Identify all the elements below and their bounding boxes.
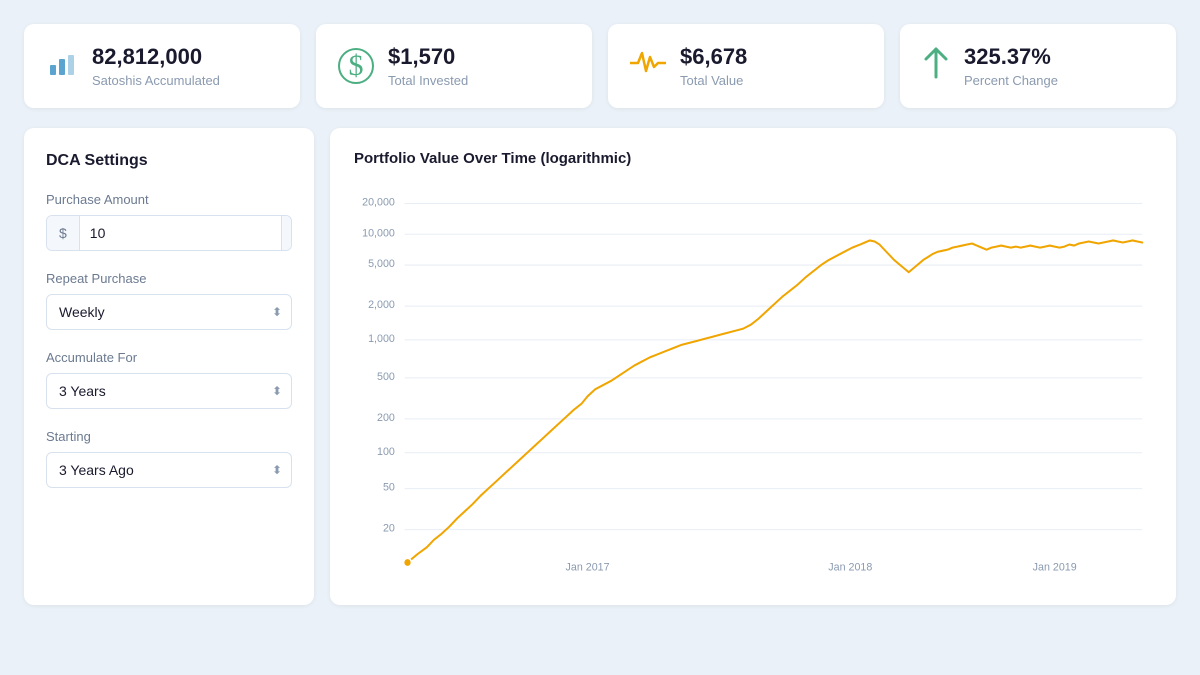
percent-value: 325.37% <box>964 44 1058 70</box>
card-satoshis: 82,812,000 Satoshis Accumulated <box>24 24 300 108</box>
dollar-prefix: $ <box>47 216 80 250</box>
purchase-amount-group: Purchase Amount $ .00 <box>46 192 292 251</box>
svg-text:Jan 2018: Jan 2018 <box>828 562 872 574</box>
total-value-label: Total Value <box>680 73 747 88</box>
accumulate-for-select[interactable]: 1 Year 2 Years 3 Years 4 Years 5 Years <box>46 373 292 409</box>
chart-panel: Portfolio Value Over Time (logarithmic) … <box>330 128 1176 605</box>
chart-start-dot <box>404 559 412 567</box>
accumulate-for-label: Accumulate For <box>46 350 292 365</box>
card-invested: $ $1,570 Total Invested <box>316 24 592 108</box>
percent-label: Percent Change <box>964 73 1058 88</box>
chart-container: 20,000 10,000 5,000 2,000 1,000 500 200 … <box>354 183 1152 583</box>
top-cards-row: 82,812,000 Satoshis Accumulated $ $1,570… <box>24 24 1176 108</box>
card-value-content: $6,678 Total Value <box>680 44 747 88</box>
card-percent-content: 325.37% Percent Change <box>964 44 1058 88</box>
svg-text:200: 200 <box>377 412 395 424</box>
repeat-purchase-group: Repeat Purchase Daily Weekly Monthly ⬍ <box>46 271 292 330</box>
svg-text:20: 20 <box>383 523 395 535</box>
svg-text:2,000: 2,000 <box>368 299 395 311</box>
arrow-up-icon <box>922 45 950 88</box>
svg-text:500: 500 <box>377 371 395 383</box>
invested-label: Total Invested <box>388 73 468 88</box>
accumulate-for-group: Accumulate For 1 Year 2 Years 3 Years 4 … <box>46 350 292 409</box>
svg-text:Jan 2017: Jan 2017 <box>566 562 610 574</box>
card-invested-content: $1,570 Total Invested <box>388 44 468 88</box>
svg-text:1,000: 1,000 <box>368 333 395 345</box>
portfolio-line <box>408 241 1143 563</box>
accumulate-select-wrapper: 1 Year 2 Years 3 Years 4 Years 5 Years ⬍ <box>46 373 292 409</box>
dollar-icon: $ <box>338 48 374 84</box>
purchase-amount-label: Purchase Amount <box>46 192 292 207</box>
svg-text:5,000: 5,000 <box>368 258 395 270</box>
satoshis-label: Satoshis Accumulated <box>92 73 220 88</box>
svg-text:Jan 2019: Jan 2019 <box>1033 562 1077 574</box>
settings-title: DCA Settings <box>46 152 292 170</box>
svg-text:20,000: 20,000 <box>362 197 395 209</box>
repeat-select-wrapper: Daily Weekly Monthly ⬍ <box>46 294 292 330</box>
card-satoshis-content: 82,812,000 Satoshis Accumulated <box>92 44 220 88</box>
repeat-purchase-label: Repeat Purchase <box>46 271 292 286</box>
card-percent: 325.37% Percent Change <box>900 24 1176 108</box>
card-total-value: $6,678 Total Value <box>608 24 884 108</box>
bars-icon <box>46 47 78 86</box>
svg-text:10,000: 10,000 <box>362 227 395 239</box>
starting-select[interactable]: 1 Year Ago 2 Years Ago 3 Years Ago 4 Yea… <box>46 452 292 488</box>
svg-text:100: 100 <box>377 446 395 458</box>
satoshis-value: 82,812,000 <box>92 44 220 70</box>
repeat-purchase-select[interactable]: Daily Weekly Monthly <box>46 294 292 330</box>
main-row: DCA Settings Purchase Amount $ .00 Repea… <box>24 128 1176 605</box>
portfolio-chart: 20,000 10,000 5,000 2,000 1,000 500 200 … <box>354 183 1152 583</box>
total-value-value: $6,678 <box>680 44 747 70</box>
starting-group: Starting 1 Year Ago 2 Years Ago 3 Years … <box>46 429 292 488</box>
pulse-icon <box>630 49 666 84</box>
starting-select-wrapper: 1 Year Ago 2 Years Ago 3 Years Ago 4 Yea… <box>46 452 292 488</box>
settings-panel: DCA Settings Purchase Amount $ .00 Repea… <box>24 128 314 605</box>
chart-title: Portfolio Value Over Time (logarithmic) <box>354 150 1152 167</box>
svg-text:50: 50 <box>383 482 395 494</box>
purchase-amount-input[interactable] <box>80 216 281 250</box>
starting-label: Starting <box>46 429 292 444</box>
cents-suffix: .00 <box>281 216 292 250</box>
invested-value: $1,570 <box>388 44 468 70</box>
purchase-amount-field[interactable]: $ .00 <box>46 215 292 251</box>
